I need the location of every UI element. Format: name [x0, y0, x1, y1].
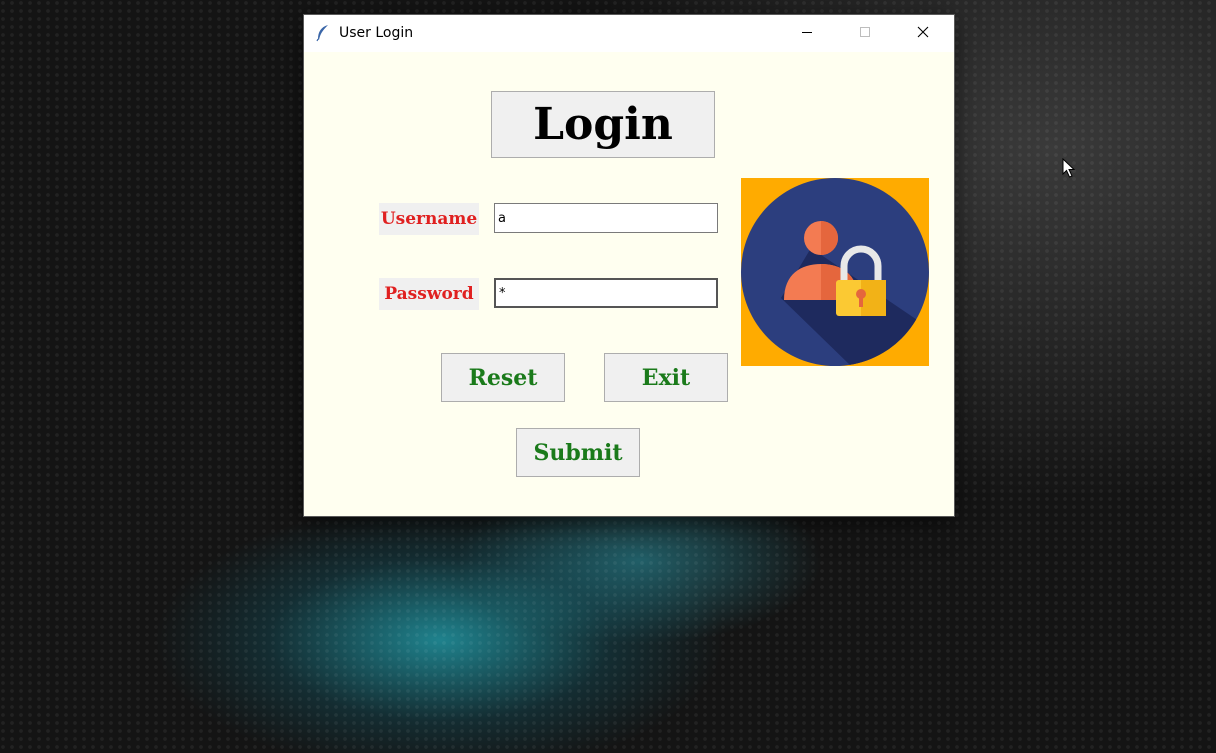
reset-button[interactable]: Reset [441, 353, 565, 402]
maximize-button[interactable] [836, 15, 894, 52]
mouse-pointer-icon [1062, 157, 1076, 178]
exit-button[interactable]: Exit [604, 353, 728, 402]
title-bar[interactable]: User Login [304, 15, 954, 52]
minimize-button[interactable] [778, 15, 836, 52]
minimize-icon [801, 26, 813, 42]
password-field[interactable] [494, 278, 718, 308]
login-window: User Login Login Username Password Reset… [304, 15, 954, 516]
window-title: User Login [339, 25, 414, 41]
maximize-icon [859, 26, 871, 42]
username-label: Username [379, 203, 479, 235]
submit-button[interactable]: Submit [516, 428, 640, 477]
close-icon [917, 26, 929, 42]
login-form: Login Username Password Reset Exit Submi… [304, 52, 954, 516]
feather-icon [316, 24, 330, 42]
login-heading-button[interactable]: Login [491, 91, 715, 158]
user-lock-icon [741, 178, 929, 366]
password-label: Password [379, 278, 479, 310]
username-field[interactable] [494, 203, 718, 233]
close-button[interactable] [894, 15, 952, 52]
